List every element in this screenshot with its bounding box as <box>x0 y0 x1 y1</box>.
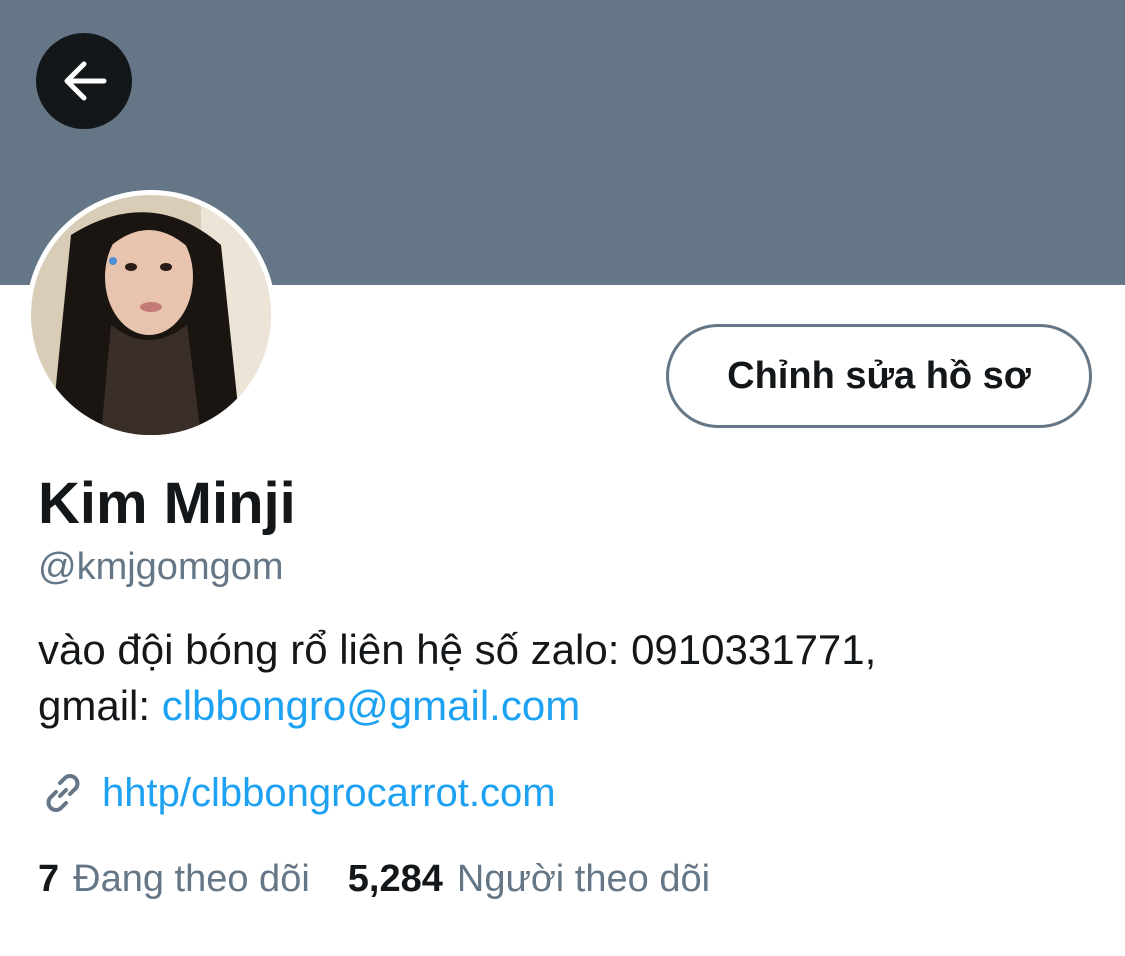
edit-profile-button[interactable]: Chỉnh sửa hồ sơ <box>666 324 1092 428</box>
back-button[interactable] <box>36 33 132 129</box>
profile-website: hhtp/clbbongrocarrot.com <box>38 768 556 818</box>
follow-stats: 7 Đang theo dõi 5,284 Người theo dõi <box>38 858 710 901</box>
link-icon <box>46 774 80 812</box>
website-link[interactable]: hhtp/clbbongrocarrot.com <box>102 771 556 816</box>
bio-email-prefix: gmail: <box>38 682 162 729</box>
user-handle: @kmjgomgom <box>38 546 284 588</box>
following-count: 7 <box>38 858 60 900</box>
following-label: Đang theo dõi <box>73 858 310 900</box>
followers-label: Người theo dõi <box>456 858 711 900</box>
display-name: Kim Minji <box>38 471 296 536</box>
avatar[interactable] <box>26 190 276 440</box>
profile-bio: vào đội bóng rổ liên hệ số zalo: 0910331… <box>38 622 1098 734</box>
bio-email-link[interactable]: clbbongro@gmail.com <box>162 682 580 729</box>
followers-count: 5,284 <box>347 858 443 900</box>
arrow-left-icon <box>64 61 107 101</box>
bio-text: vào đội bóng rổ liên hệ số zalo: 0910331… <box>38 626 877 673</box>
followers-stat[interactable]: 5,284 Người theo dõi <box>348 858 710 901</box>
following-stat[interactable]: 7 Đang theo dõi <box>38 858 310 901</box>
profile-photo <box>31 195 271 435</box>
